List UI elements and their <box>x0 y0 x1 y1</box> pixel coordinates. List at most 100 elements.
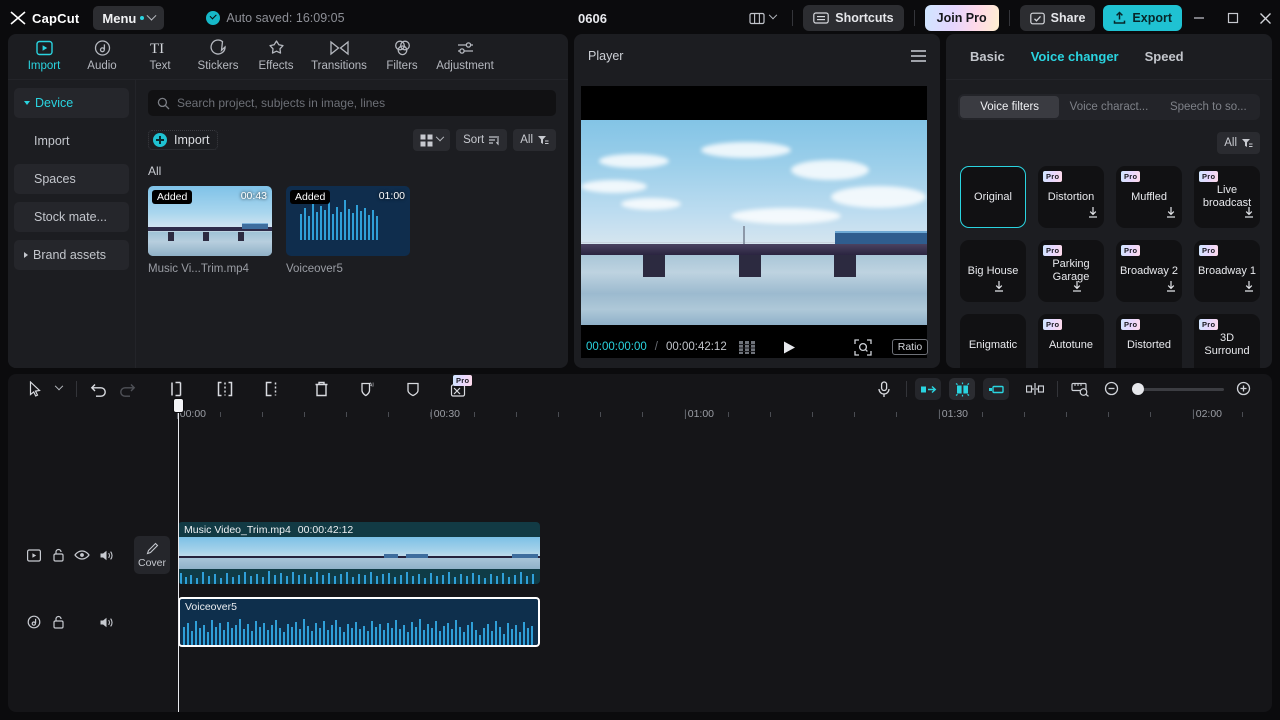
ai-mask-button[interactable]: AI <box>353 377 381 401</box>
tab-import[interactable]: Import <box>16 34 72 72</box>
zoom-slider-handle[interactable] <box>1132 383 1144 395</box>
tile-label: Muffled <box>1131 190 1167 203</box>
undo-button[interactable] <box>85 377 113 401</box>
share-button[interactable]: Share <box>1019 5 1096 31</box>
tab-basic[interactable]: Basic <box>970 49 1005 64</box>
record-voiceover-button[interactable] <box>870 377 898 401</box>
voice-tile-big-house[interactable]: Big House <box>960 240 1026 302</box>
tile-label: Original <box>974 190 1012 203</box>
voice-tile-distorted[interactable]: Pro Distorted <box>1116 314 1182 368</box>
split-view-button[interactable] <box>1021 377 1049 401</box>
ratio-button[interactable]: Ratio <box>891 339 929 355</box>
play-button[interactable] <box>782 340 796 355</box>
search-bar[interactable] <box>148 90 556 116</box>
layout-button[interactable] <box>743 9 782 28</box>
download-icon[interactable] <box>1072 279 1082 297</box>
voice-tile-3d-surround[interactable]: Pro 3D Surround <box>1194 314 1260 368</box>
download-icon[interactable] <box>1244 279 1254 297</box>
view-mode-button[interactable] <box>413 129 451 151</box>
snap-end-button[interactable] <box>983 378 1009 400</box>
lock-icon[interactable] <box>46 544 70 566</box>
tile-label: Parking Garage <box>1052 258 1090 283</box>
sidebar-item-stock-materials[interactable]: Stock mate... <box>14 202 129 232</box>
redo-button[interactable] <box>113 377 141 401</box>
voice-tile-broadway-2[interactable]: Pro Broadway 2 <box>1116 240 1182 302</box>
mask-button[interactable] <box>399 377 427 401</box>
tab-adjustment[interactable]: Adjustment <box>432 34 498 72</box>
subtab-speech-to-song[interactable]: Speech to so... <box>1159 96 1258 118</box>
voice-tile-distortion[interactable]: Pro Distortion <box>1038 166 1104 228</box>
zoom-slider[interactable] <box>1132 383 1224 395</box>
zoom-out-button[interactable] <box>1098 377 1126 401</box>
playhead-handle[interactable] <box>173 398 184 413</box>
menu-button[interactable]: Menu <box>93 6 165 30</box>
shortcuts-button[interactable]: Shortcuts <box>803 5 904 31</box>
trim-left-button[interactable] <box>211 377 239 401</box>
voice-tile-parking-garage[interactable]: Pro Parking Garage <box>1038 240 1104 302</box>
export-button[interactable]: Export <box>1103 5 1182 31</box>
subtab-voice-characteristics[interactable]: Voice charact... <box>1059 96 1158 118</box>
tool-dropdown-button[interactable] <box>50 377 68 401</box>
search-input[interactable] <box>177 96 547 110</box>
voice-tile-muffled[interactable]: Pro Muffled <box>1116 166 1182 228</box>
zoom-in-button[interactable] <box>1230 377 1258 401</box>
timeline-audio-clip[interactable]: Voiceover5 <box>178 597 540 647</box>
frame-grid-icon[interactable] <box>738 340 756 354</box>
sidebar-item-device[interactable]: Device <box>14 88 129 118</box>
download-icon[interactable] <box>994 279 1004 297</box>
magnet-button[interactable] <box>949 378 975 400</box>
lock-icon[interactable] <box>46 611 70 633</box>
download-icon[interactable] <box>1166 205 1176 223</box>
sidebar-item-label: Device <box>35 96 74 110</box>
timeline-ruler[interactable]: 00:00 00:30 01:00 01:30 02:00 <box>8 404 1272 428</box>
voice-tile-autotune[interactable]: Pro Autotune <box>1038 314 1104 368</box>
subtab-voice-filters[interactable]: Voice filters <box>960 96 1060 118</box>
join-pro-button[interactable]: Join Pro <box>924 5 999 31</box>
speaker-icon[interactable] <box>94 611 118 633</box>
voice-tile-live-broadcast[interactable]: Pro Live broadcast <box>1194 166 1260 228</box>
music-note-icon[interactable] <box>22 611 46 633</box>
voice-tile-enigmatic[interactable]: Enigmatic <box>960 314 1026 368</box>
magnifier-icon[interactable] <box>854 338 872 356</box>
sidebar-item-brand-assets[interactable]: Brand assets <box>14 240 129 270</box>
download-icon[interactable] <box>1244 205 1254 223</box>
import-media-button[interactable]: Import <box>148 130 219 150</box>
track-video-icon[interactable] <box>22 544 46 566</box>
fit-timeline-button[interactable] <box>1066 377 1094 401</box>
tab-audio[interactable]: Audio <box>74 34 130 72</box>
sidebar-item-import[interactable]: Import <box>14 126 129 156</box>
trim-right-button[interactable] <box>259 377 287 401</box>
filmstrip <box>178 537 540 569</box>
timeline-video-clip[interactable]: Music Video_Trim.mp4 00:00:42:12 <box>178 522 540 584</box>
tab-effects[interactable]: Effects <box>248 34 304 72</box>
minimize-button[interactable] <box>1182 0 1216 36</box>
speaker-icon[interactable] <box>94 544 118 566</box>
voice-tile-original[interactable]: Original <box>960 166 1026 228</box>
hamburger-icon[interactable] <box>911 50 926 62</box>
clip-name: Voiceover5 <box>185 601 237 613</box>
cover-button[interactable]: Cover <box>134 536 170 574</box>
close-button[interactable] <box>1250 0 1280 36</box>
delete-button[interactable] <box>307 377 335 401</box>
filter-button[interactable]: All <box>513 129 556 151</box>
sort-button[interactable]: Sort <box>456 129 508 151</box>
maximize-button[interactable] <box>1216 0 1250 36</box>
tab-voice-changer[interactable]: Voice changer <box>1031 49 1119 64</box>
media-item-video[interactable]: Added 00:43 Music Vi...Trim.mp4 <box>148 186 272 275</box>
sidebar-item-spaces[interactable]: Spaces <box>14 164 129 194</box>
download-icon[interactable] <box>1166 279 1176 297</box>
voice-filter-all-button[interactable]: All <box>1217 132 1260 154</box>
remove-silence-button[interactable]: Pro <box>445 375 473 401</box>
snap-start-button[interactable] <box>915 378 941 400</box>
tab-transitions[interactable]: Transitions <box>306 34 372 72</box>
voice-tile-broadway-1[interactable]: Pro Broadway 1 <box>1194 240 1260 302</box>
media-item-audio[interactable]: Added 01:00 Voiceover5 <box>286 186 410 275</box>
tab-filters[interactable]: Filters <box>374 34 430 72</box>
select-tool-button[interactable] <box>22 377 50 401</box>
eye-icon[interactable] <box>70 544 94 566</box>
tab-text[interactable]: TI Text <box>132 34 188 72</box>
tab-speed[interactable]: Speed <box>1145 49 1184 64</box>
download-icon[interactable] <box>1088 205 1098 223</box>
playhead[interactable] <box>173 398 184 712</box>
tab-stickers[interactable]: Stickers <box>190 34 246 72</box>
